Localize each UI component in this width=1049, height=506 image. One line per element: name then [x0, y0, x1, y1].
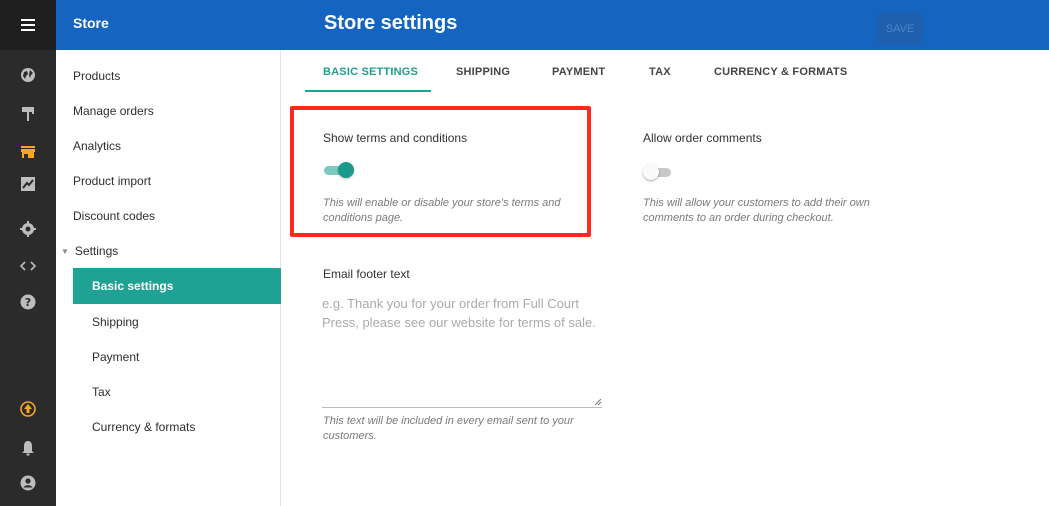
globe-icon[interactable]	[0, 63, 56, 87]
svg-text:?: ?	[25, 296, 31, 309]
tab-tax[interactable]: TAX	[649, 66, 671, 78]
sidebar-subitem-payment[interactable]: Payment	[73, 339, 281, 375]
upgrade-icon[interactable]	[0, 397, 56, 421]
page-title: Store settings	[324, 12, 458, 34]
code-icon[interactable]	[0, 254, 56, 278]
sidebar-item-products[interactable]: Products	[73, 69, 120, 83]
header-section-title: Store	[73, 15, 109, 31]
terms-toggle-knob	[338, 162, 354, 178]
email-footer-label: Email footer text	[323, 267, 410, 281]
sidebar-subitem-tax[interactable]: Tax	[73, 374, 281, 410]
active-tab-indicator	[305, 90, 431, 92]
sidebar-item-analytics[interactable]: Analytics	[73, 139, 121, 153]
comments-description: This will allow your customers to add th…	[643, 197, 870, 224]
paint-roller-icon[interactable]	[0, 102, 56, 126]
tab-currency-formats[interactable]: CURRENCY & FORMATS	[714, 66, 847, 78]
sidebar-subitem-currency-formats[interactable]: Currency & formats	[73, 409, 281, 445]
caret-down-icon: ▼	[61, 246, 69, 256]
sidebar: Products Manage orders Analytics Product…	[56, 50, 281, 506]
comments-label: Allow order comments	[643, 131, 762, 145]
menu-icon	[21, 19, 35, 31]
help-icon[interactable]: ?	[0, 290, 56, 314]
resize-grip-icon[interactable]	[594, 398, 602, 406]
tab-basic-settings[interactable]: BASIC SETTINGS	[323, 66, 418, 78]
comments-toggle[interactable]	[643, 164, 675, 180]
comments-toggle-knob	[643, 164, 659, 180]
sidebar-item-discount-codes[interactable]: Discount codes	[73, 209, 155, 223]
account-icon[interactable]	[0, 471, 56, 495]
sidebar-item-settings-label: Settings	[74, 244, 119, 258]
tab-payment[interactable]: PAYMENT	[552, 66, 605, 78]
gear-icon[interactable]	[0, 217, 56, 241]
sidebar-subitem-basic-settings[interactable]: Basic settings	[73, 268, 281, 304]
email-footer-help: This text will be included in every emai…	[323, 415, 574, 442]
menu-button[interactable]	[0, 0, 56, 50]
app-header: Store Store settings SAVE	[56, 0, 1049, 50]
email-footer-textarea[interactable]	[322, 292, 602, 408]
sidebar-item-product-import[interactable]: Product import	[73, 174, 151, 188]
sidebar-subitem-shipping[interactable]: Shipping	[73, 304, 281, 340]
sidebar-item-manage-orders[interactable]: Manage orders	[73, 104, 154, 118]
sidebar-item-settings[interactable]: ▼ Settings	[61, 244, 118, 258]
tab-shipping[interactable]: SHIPPING	[456, 66, 510, 78]
chart-icon[interactable]	[0, 172, 56, 196]
save-button[interactable]: SAVE	[877, 13, 923, 44]
terms-description: This will enable or disable your store's…	[323, 197, 561, 224]
terms-label: Show terms and conditions	[323, 131, 468, 145]
bell-icon[interactable]	[0, 436, 56, 460]
app-rail: ?	[0, 0, 56, 506]
terms-toggle[interactable]	[322, 162, 354, 178]
store-icon[interactable]	[0, 140, 56, 164]
